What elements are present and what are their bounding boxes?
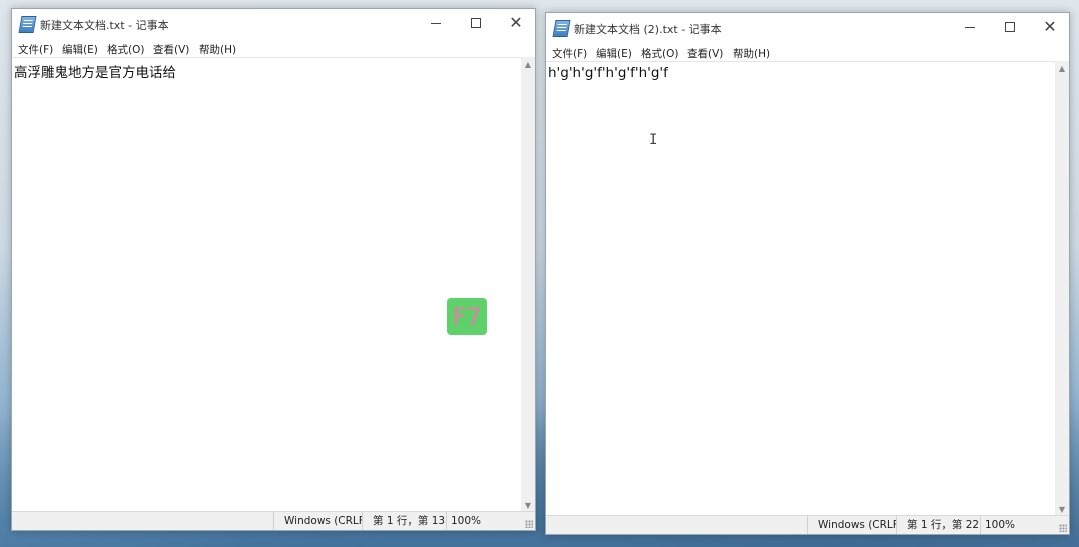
minimize-button[interactable]	[952, 13, 988, 41]
menu-format[interactable]: 格式(O)	[107, 42, 144, 57]
close-button[interactable]: ✕	[498, 9, 534, 37]
title-bar[interactable]: 新建文本文档 (2).txt - 记事本 ✕	[546, 13, 1069, 43]
notepad-window-right[interactable]: 新建文本文档 (2).txt - 记事本 ✕ 文件(F) 编辑(E) 格式(O)…	[545, 12, 1070, 535]
scroll-down-icon[interactable]: ▼	[1055, 502, 1069, 516]
close-icon: ✕	[509, 13, 523, 32]
menu-file[interactable]: 文件(F)	[18, 42, 53, 57]
window-title: 新建文本文档 (2).txt - 记事本	[574, 23, 722, 36]
key-press-badge: F7	[447, 298, 487, 335]
menu-bar: 文件(F) 编辑(E) 格式(O) 查看(V) 帮助(H)	[546, 43, 1069, 61]
status-bar: Windows (CRLF 第 1 行，第 13 100%	[12, 511, 535, 530]
status-bar: Windows (CRLF 第 1 行，第 22 100%	[546, 515, 1069, 534]
maximize-icon	[1005, 22, 1015, 32]
editor-content: 高浮雕鬼地方是官方电话给	[14, 65, 176, 81]
text-editor[interactable]: h'g'h'g'f'h'g'f'h'g'f I	[546, 61, 1055, 516]
window-title: 新建文本文档.txt - 记事本	[40, 19, 169, 32]
maximize-icon	[471, 18, 481, 28]
menu-help[interactable]: 帮助(H)	[199, 42, 236, 57]
status-encoding: Windows (CRLF	[273, 512, 363, 530]
status-encoding: Windows (CRLF	[807, 516, 897, 534]
menu-file[interactable]: 文件(F)	[552, 46, 587, 61]
notepad-icon	[552, 20, 571, 37]
scroll-up-icon[interactable]: ▲	[521, 57, 535, 71]
notepad-icon	[18, 16, 37, 33]
maximize-button[interactable]	[992, 13, 1028, 41]
notepad-window-left[interactable]: 新建文本文档.txt - 记事本 ✕ 文件(F) 编辑(E) 格式(O) 查看(…	[11, 8, 536, 531]
minimize-button[interactable]	[418, 9, 454, 37]
menu-format[interactable]: 格式(O)	[641, 46, 678, 61]
vertical-scrollbar[interactable]: ▲ ▼	[521, 57, 535, 512]
editor-content: h'g'h'g'f'h'g'f'h'g'f	[548, 65, 668, 81]
menu-edit[interactable]: 编辑(E)	[596, 46, 632, 61]
text-editor[interactable]: 高浮雕鬼地方是官方电话给	[12, 57, 521, 512]
text-cursor-icon: I	[649, 132, 658, 148]
minimize-icon	[965, 26, 975, 28]
resize-grip-icon[interactable]	[1059, 524, 1067, 532]
title-bar[interactable]: 新建文本文档.txt - 记事本 ✕	[12, 9, 535, 39]
menu-help[interactable]: 帮助(H)	[733, 46, 770, 61]
minimize-icon	[431, 22, 441, 24]
resize-grip-icon[interactable]	[525, 520, 533, 528]
status-zoom: 100%	[980, 516, 1035, 534]
menu-bar: 文件(F) 编辑(E) 格式(O) 查看(V) 帮助(H)	[12, 39, 535, 57]
scroll-down-icon[interactable]: ▼	[521, 498, 535, 512]
status-zoom: 100%	[446, 512, 501, 530]
scroll-up-icon[interactable]: ▲	[1055, 61, 1069, 75]
status-position: 第 1 行，第 13	[362, 512, 451, 530]
close-button[interactable]: ✕	[1032, 13, 1068, 41]
menu-edit[interactable]: 编辑(E)	[62, 42, 98, 57]
status-position: 第 1 行，第 22	[896, 516, 985, 534]
close-icon: ✕	[1043, 17, 1057, 36]
vertical-scrollbar[interactable]: ▲ ▼	[1055, 61, 1069, 516]
maximize-button[interactable]	[458, 9, 494, 37]
menu-view[interactable]: 查看(V)	[687, 46, 723, 61]
menu-view[interactable]: 查看(V)	[153, 42, 189, 57]
